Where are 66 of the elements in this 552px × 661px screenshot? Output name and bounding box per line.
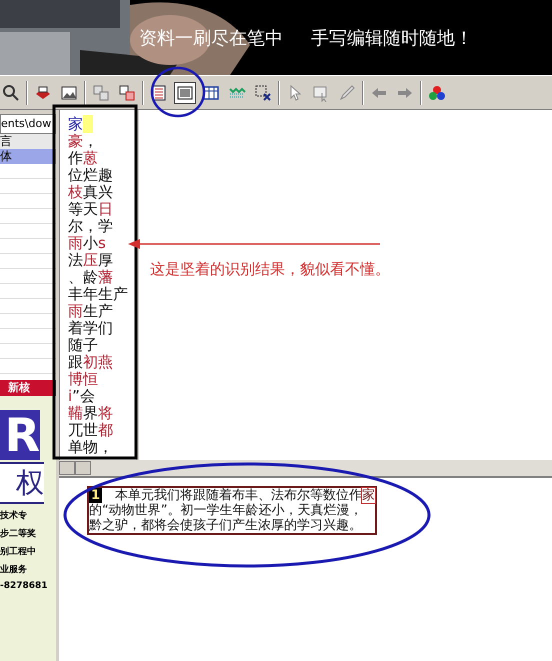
recognized-text: 作 [68,149,83,167]
banner-caption: 手写编辑随时随地！ [311,26,473,50]
misrecognized-text: 初燕 [83,353,113,371]
ad-text: 技术专 [0,509,28,522]
columns-icon [176,84,194,102]
misrecognized-text: 雨 [68,234,83,252]
horizontal-scrollbar[interactable] [59,460,552,478]
recognized-text: 家 [68,115,93,133]
misrecognized-text: 蒽 [83,149,98,167]
recognized-text: 位烂趣 [68,166,113,184]
recognized-text: 真兴 [83,183,113,201]
misrecognized-text: 雨 [68,302,83,320]
annotation-text: 这是坚着的识别结果，貌似看不懂。 [150,260,390,279]
current-character: 家 [362,488,376,503]
misrecognized-text: i [68,387,72,405]
image-icon [60,84,78,102]
ad-text: 步二等奖 [0,527,37,540]
recognized-text: 跟 [68,353,83,371]
delete-icon [254,84,272,102]
recognized-text: 小 [83,234,98,252]
annotation-ellipse [150,66,206,118]
misrecognized-text: 枝 [68,183,83,201]
recognized-text: ， [83,132,98,150]
text-line: 本单元我们将跟随着布丰、法布尔等数位作 [114,488,362,503]
blocks-icon [118,84,136,102]
misrecognized-text: 博恒 [68,370,98,388]
misrecognized-text: 日 [98,200,113,218]
recognized-text: 生产 [83,302,113,320]
misrecognized-text: 藩 [98,268,113,286]
misrecognized-text: 压 [83,251,98,269]
recognized-text: 厚 [98,251,113,269]
scanner-icon [34,84,52,102]
pen-icon [338,84,356,102]
recognized-text: 、龄 [68,268,98,286]
search-icon [2,84,20,102]
table-icon [202,84,220,102]
text-line: 的“动物世界”。初一学生年龄还小，天真烂漫， [89,503,362,518]
misrecognized-text: s [98,234,106,252]
ad-logo: R [0,410,40,460]
list-item[interactable]: 言 [0,134,56,149]
recognized-text: 界 [83,404,98,422]
ad-tab[interactable]: 新核 [0,380,56,396]
recognized-text: 丰年生产 [68,285,128,303]
recognized-text: 等天 [68,200,98,218]
toolbar-button[interactable] [174,82,196,104]
misrecognized-text: 将 [98,404,113,422]
path-field[interactable]: ents\dow [0,114,56,134]
ad-text: 业服务 [0,563,28,576]
blocks-icon [92,84,110,102]
recognized-text: 兀世 [68,421,98,439]
recognized-text: 单物， [68,438,113,456]
ad-text: 别工程中 [0,545,37,558]
recognized-text: 法 [68,251,83,269]
misrecognized-text: 鞴 [68,404,83,422]
ad-title: 权 [0,462,44,504]
banner-caption: 资料一刷尽在笔中 [139,26,283,50]
color-circles-icon [428,84,446,102]
recognized-text: 随子 [68,336,98,354]
recognized-text: ”会 [72,387,95,405]
misrecognized-text: 豪 [68,132,83,150]
misrecognized-text: 都 [98,421,113,439]
paragraph-number: 1 [89,488,102,503]
recognized-text: 尔，学 [68,217,113,235]
text-line: 黔之驴，都将会使孩子们产生浓厚的学习兴趣。 [89,518,362,533]
recognized-text: 着学们 [68,319,113,337]
list-item[interactable]: 体 [0,149,56,164]
